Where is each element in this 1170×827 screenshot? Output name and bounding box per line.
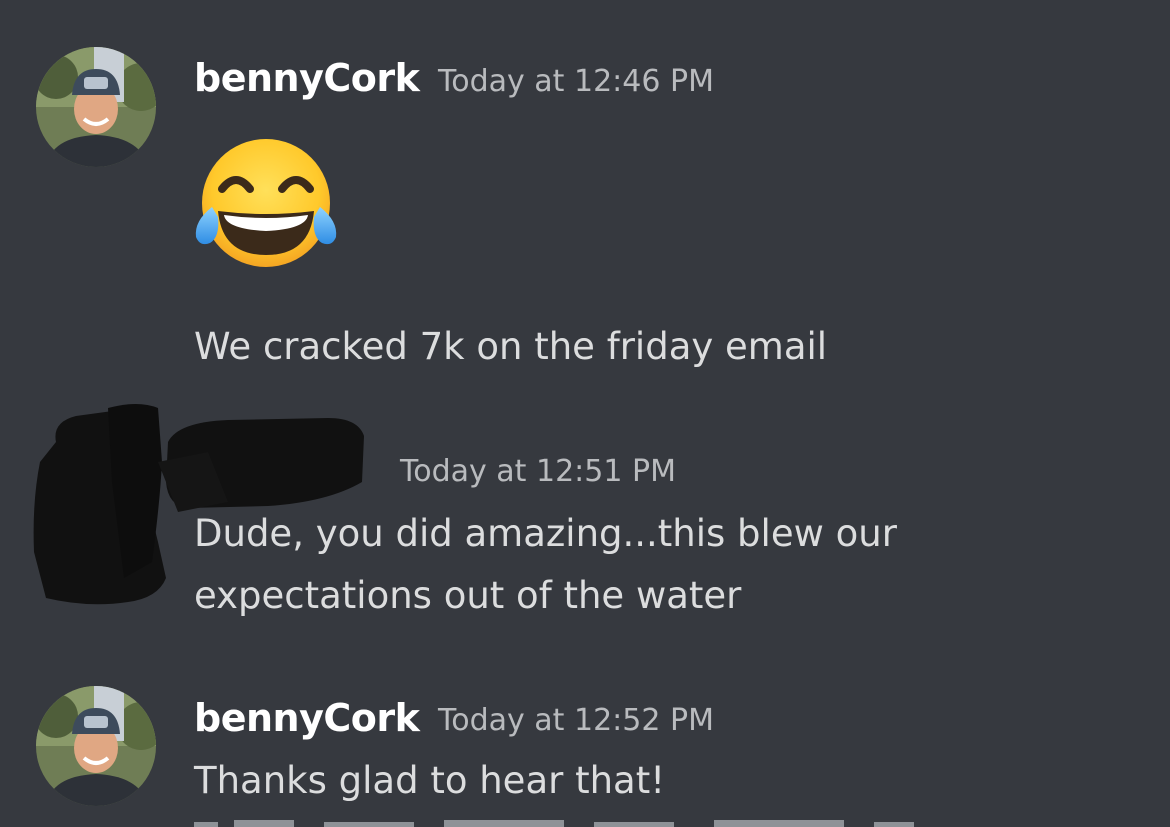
avatar[interactable] — [36, 47, 156, 167]
message-timestamp: Today at 12:46 PM — [438, 64, 714, 99]
user-avatar-icon — [36, 686, 156, 806]
message-timestamp: Today at 12:51 PM — [400, 454, 676, 489]
username[interactable]: bennyCork — [194, 696, 420, 740]
message-timestamp: Today at 12:52 PM — [438, 703, 714, 738]
cut-off-message-line — [194, 812, 934, 827]
message-text-line: Dude, you did amazing...this blew our — [194, 512, 897, 555]
message-text: Dude, you did amazing...this blew our ex… — [194, 503, 1094, 627]
message-text: We cracked 7k on the friday email — [194, 325, 828, 368]
message-text-line: expectations out of the water — [194, 574, 742, 617]
message-text: Thanks glad to hear that! — [194, 759, 666, 802]
username[interactable]: bennyCork — [194, 56, 420, 100]
face-with-tears-of-joy-icon — [192, 137, 340, 273]
avatar[interactable] — [36, 686, 156, 806]
user-avatar-icon — [36, 47, 156, 167]
